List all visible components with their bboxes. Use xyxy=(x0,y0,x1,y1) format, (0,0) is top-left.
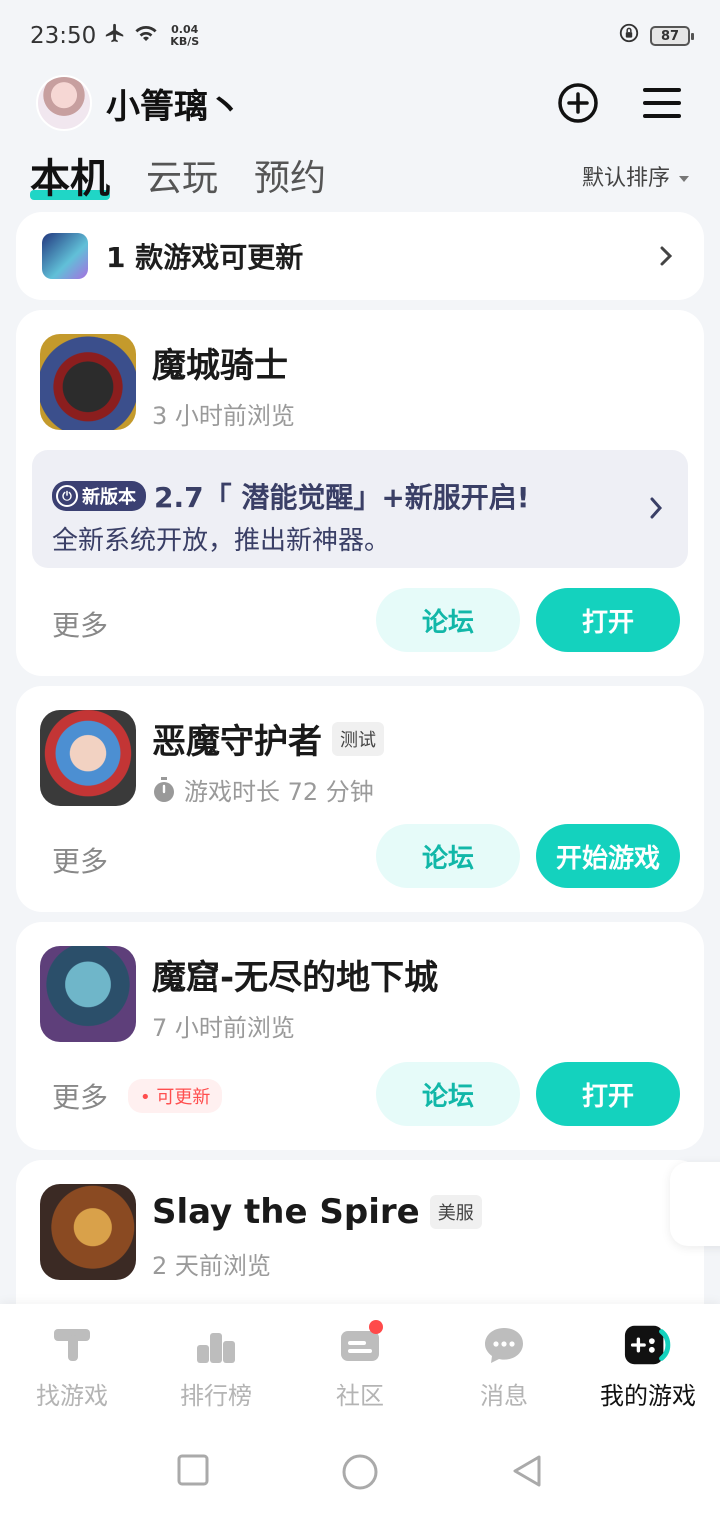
update-notice[interactable]: ⏻ 新版本 2.7「 潜能觉醒」+新服开启! 全新系统开放，推出新神器。 xyxy=(32,450,688,568)
caret-down-icon xyxy=(679,176,689,182)
sort-dropdown[interactable]: 默认排序 xyxy=(582,152,690,206)
notice-headline: 2.7「 潜能觉醒」+新服开启! xyxy=(154,481,530,514)
open-button[interactable]: 打开 xyxy=(536,588,680,652)
power-icon: ⏻ xyxy=(56,485,78,507)
test-tag: 测试 xyxy=(332,721,384,756)
hamburger-icon xyxy=(643,88,681,118)
wifi-icon xyxy=(134,23,158,49)
forum-button[interactable]: 论坛 xyxy=(376,1062,520,1126)
tab-bar: 本机 云玩 预约 默认排序 xyxy=(0,146,720,206)
add-game-button[interactable] xyxy=(556,81,600,125)
floating-download-button[interactable] xyxy=(670,1162,720,1246)
avatar[interactable] xyxy=(36,75,92,131)
nav-rankings[interactable]: 排行榜 xyxy=(144,1320,288,1432)
game-icon xyxy=(40,710,136,806)
nav-messages[interactable]: 消息 xyxy=(432,1320,576,1432)
notification-dot xyxy=(369,1320,383,1334)
airplane-icon xyxy=(104,22,126,50)
game-title: 魔城骑士 xyxy=(152,346,288,386)
recent-apps-icon[interactable] xyxy=(177,1454,209,1486)
find-games-icon xyxy=(47,1320,97,1370)
clock: 23:50 xyxy=(30,23,97,49)
tab-cloud[interactable]: 云玩 xyxy=(146,152,218,206)
more-button[interactable]: 更多 xyxy=(52,840,108,880)
game-subtitle: 3 小时前浏览 xyxy=(152,402,295,430)
chevron-right-icon xyxy=(654,244,678,268)
system-navigation xyxy=(0,1454,720,1490)
rankings-icon xyxy=(191,1320,241,1370)
network-speed: 0.04 KB/S xyxy=(170,23,200,48)
back-icon[interactable] xyxy=(511,1454,543,1488)
new-version-badge: ⏻ 新版本 xyxy=(52,481,146,511)
community-icon xyxy=(335,1320,385,1370)
rotation-lock-icon xyxy=(618,22,640,50)
start-game-button[interactable]: 开始游戏 xyxy=(536,824,680,888)
forum-button[interactable]: 论坛 xyxy=(376,588,520,652)
updatable-badge: • 可更新 xyxy=(128,1079,223,1113)
more-row: 更多 • 可更新 xyxy=(52,1076,223,1116)
username[interactable]: 小箐璃丶 xyxy=(106,79,242,128)
game-title: Slay the Spire 美服 xyxy=(152,1192,482,1232)
menu-button[interactable] xyxy=(640,81,684,125)
game-title: 恶魔守护者 测试 xyxy=(152,714,384,763)
chevron-right-icon xyxy=(644,496,668,520)
game-card-2[interactable]: 恶魔守护者 测试 游戏时长 72 分钟 更多 论坛 开始游戏 xyxy=(16,686,704,912)
nav-my-games[interactable]: 我的游戏 xyxy=(576,1320,720,1432)
game-thumbnail xyxy=(42,233,88,279)
tab-local[interactable]: 本机 xyxy=(30,152,110,206)
tab-reserve[interactable]: 预约 xyxy=(254,152,326,206)
stopwatch-icon xyxy=(154,776,174,802)
open-button[interactable]: 打开 xyxy=(536,1062,680,1126)
game-subtitle: 游戏时长 72 分钟 xyxy=(152,772,374,807)
forum-button[interactable]: 论坛 xyxy=(376,824,520,888)
chat-bubble-icon xyxy=(479,1320,529,1370)
update-banner[interactable]: 1 款游戏可更新 xyxy=(16,212,704,300)
status-bar: 23:50 0.04 KB/S 87 xyxy=(0,0,720,72)
game-card-3[interactable]: 魔窟-无尽的地下城 7 小时前浏览 更多 • 可更新 论坛 打开 xyxy=(16,922,704,1150)
sort-label: 默认排序 xyxy=(581,166,670,191)
game-icon xyxy=(40,1184,136,1280)
home-icon[interactable] xyxy=(342,1454,378,1490)
region-tag: 美服 xyxy=(429,1195,482,1229)
game-card-1[interactable]: 魔城骑士 3 小时前浏览 ⏻ 新版本 2.7「 潜能觉醒」+新服开启! 全新系统开… xyxy=(16,310,704,676)
more-button[interactable]: 更多 xyxy=(52,604,108,644)
game-subtitle: 2 天前浏览 xyxy=(152,1252,271,1280)
nav-find-games[interactable]: 找游戏 xyxy=(0,1320,144,1432)
nav-community[interactable]: 社区 xyxy=(288,1320,432,1432)
plus-circle-icon xyxy=(558,83,598,123)
game-icon xyxy=(40,334,136,430)
gamepad-icon xyxy=(623,1320,673,1370)
update-banner-text: 1 款游戏可更新 xyxy=(106,241,304,274)
bottom-nav: 找游戏 排行榜 社区 消息 我的游戏 xyxy=(0,1304,720,1520)
battery-icon: 87 xyxy=(650,26,694,46)
game-icon xyxy=(40,946,136,1042)
notice-detail: 全新系统开放，推出新神器。 xyxy=(52,526,391,556)
game-title: 魔窟-无尽的地下城 xyxy=(152,958,439,998)
game-subtitle: 7 小时前浏览 xyxy=(152,1014,295,1042)
more-button[interactable]: 更多 xyxy=(52,1076,108,1116)
profile-header: 小箐璃丶 xyxy=(0,72,720,134)
